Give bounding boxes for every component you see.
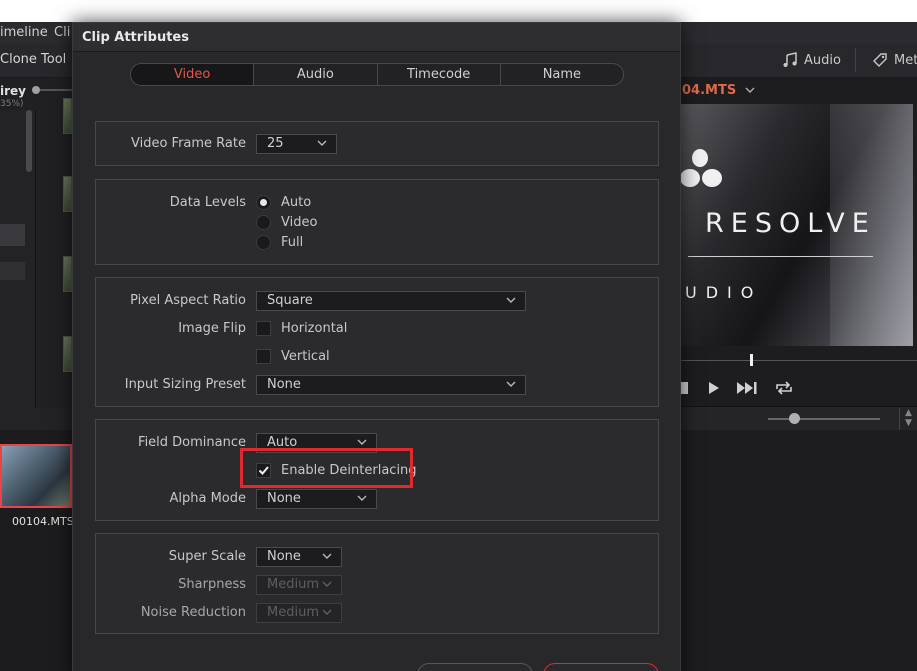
chevron-down-icon — [506, 381, 516, 387]
stop-icon[interactable] — [680, 381, 692, 395]
metadata-button[interactable]: Met — [872, 52, 917, 68]
sharpness-select: Medium — [256, 575, 342, 595]
data-levels-full-radio[interactable] — [256, 235, 271, 250]
zoom-slider-handle[interactable] — [32, 86, 40, 94]
chevron-down-icon — [357, 495, 367, 501]
alpha-mode-label: Alpha Mode — [169, 491, 246, 506]
super-scale-section: Super Scale None Sharpness Medium Noise … — [95, 533, 659, 634]
cancel-button[interactable] — [417, 663, 533, 671]
data-levels-auto-label: Auto — [281, 195, 312, 210]
clip-attributes-dialog: Clip Attributes Video Audio Timecode Nam… — [72, 22, 681, 671]
selected-clip-thumbnail[interactable] — [0, 444, 72, 508]
viewer-brand-line — [688, 256, 873, 257]
bin-scrollbar[interactable] — [26, 110, 32, 172]
clip-thumbnail[interactable] — [63, 98, 72, 134]
dialog-title: Clip Attributes — [73, 23, 680, 52]
frame-rate-label: Video Frame Rate — [130, 136, 246, 151]
sharpness-label: Sharpness — [178, 577, 246, 592]
super-scale-label: Super Scale — [168, 549, 246, 564]
chevron-down-icon — [506, 297, 516, 303]
zoom-percent: 35%) — [0, 99, 24, 109]
tab-timecode[interactable]: Timecode — [378, 64, 501, 85]
super-scale-select[interactable]: None — [256, 547, 342, 567]
transport-controls — [680, 380, 794, 396]
clip-thumbnail[interactable] — [63, 336, 72, 372]
tab-audio[interactable]: Audio — [254, 64, 378, 85]
deinterlacing-highlight-box — [240, 448, 413, 488]
clip-thumbnail[interactable] — [63, 256, 72, 292]
frame-rate-select[interactable]: 25 — [256, 134, 337, 154]
viewer-brand-sub: UDIO — [685, 283, 763, 302]
chevron-down-icon — [317, 140, 327, 146]
flip-vertical-label: Vertical — [281, 349, 330, 364]
toolbar-divider — [855, 48, 856, 72]
viewer-clip-name[interactable]: 04.MTS — [682, 83, 755, 98]
music-note-icon — [783, 52, 797, 67]
flip-horizontal-label: Horizontal — [281, 321, 348, 336]
field-dominance-label: Field Dominance — [138, 435, 246, 450]
clone-tool-button[interactable]: Clone Tool — [0, 52, 66, 67]
audio-button[interactable]: Audio — [782, 52, 841, 68]
audio-label: Audio — [804, 52, 841, 68]
stepper-arrows-icon[interactable]: ▲ ▼ — [899, 408, 917, 430]
input-sizing-label: Input Sizing Preset — [124, 377, 246, 392]
menu-item-timeline[interactable]: imeline — [0, 25, 48, 40]
noise-reduction-select: Medium — [256, 603, 342, 623]
chevron-down-icon — [322, 581, 332, 587]
volume-track[interactable] — [768, 418, 880, 420]
top-bar — [0, 0, 917, 22]
metadata-label: Met — [894, 52, 917, 68]
clip-thumbnail[interactable] — [63, 176, 72, 212]
alpha-mode-select[interactable]: None — [256, 489, 377, 509]
timeline-header — [0, 408, 72, 430]
chevron-down-icon — [322, 609, 332, 615]
pixel-aspect-label: Pixel Aspect Ratio — [130, 293, 246, 308]
tab-name[interactable]: Name — [501, 64, 623, 85]
bin-name: irey — [0, 84, 26, 98]
scrub-bar[interactable] — [680, 360, 917, 361]
data-levels-video-radio[interactable] — [256, 215, 271, 230]
play-icon[interactable] — [708, 381, 720, 395]
playhead[interactable] — [750, 354, 753, 366]
noise-reduction-label: Noise Reduction — [140, 605, 246, 620]
volume-slider-handle[interactable] — [789, 413, 800, 424]
data-levels-section: Data Levels Auto Video Full — [95, 179, 659, 265]
pixel-aspect-select[interactable]: Square — [256, 291, 526, 311]
chevron-down-icon — [322, 553, 332, 559]
ok-button[interactable] — [543, 663, 659, 671]
chevron-down-icon — [357, 439, 367, 445]
tag-icon — [873, 53, 887, 67]
bin-item-selected[interactable] — [0, 224, 25, 246]
input-sizing-select[interactable]: None — [256, 375, 526, 395]
frame-rate-section: Video Frame Rate 25 — [95, 121, 659, 166]
data-levels-label: Data Levels — [169, 195, 246, 210]
data-levels-video-label: Video — [281, 215, 318, 230]
image-flip-label: Image Flip — [178, 321, 246, 336]
bin-item[interactable] — [0, 262, 25, 280]
geometry-section: Pixel Aspect Ratio Square Image Flip Hor… — [95, 277, 659, 407]
app-window: imeline Cli Clone Tool Audio Met irey 35… — [0, 0, 917, 671]
loop-icon[interactable] — [774, 380, 794, 396]
chevron-down-icon — [745, 87, 755, 93]
skip-forward-icon[interactable] — [736, 381, 758, 395]
dialog-tabs: Video Audio Timecode Name — [130, 63, 624, 86]
viewer-brand-main: RESOLVE — [705, 208, 876, 239]
tab-video[interactable]: Video — [131, 64, 255, 85]
menu-item-clip[interactable]: Cli — [54, 25, 70, 40]
data-levels-auto-radio[interactable] — [256, 195, 271, 210]
zoom-track — [40, 89, 72, 91]
resolve-logo-icon — [680, 149, 722, 187]
data-levels-full-label: Full — [281, 235, 304, 250]
flip-vertical-checkbox[interactable] — [256, 349, 271, 364]
flip-horizontal-checkbox[interactable] — [256, 321, 271, 336]
selected-clip-name: 00104.MTS — [12, 515, 74, 528]
